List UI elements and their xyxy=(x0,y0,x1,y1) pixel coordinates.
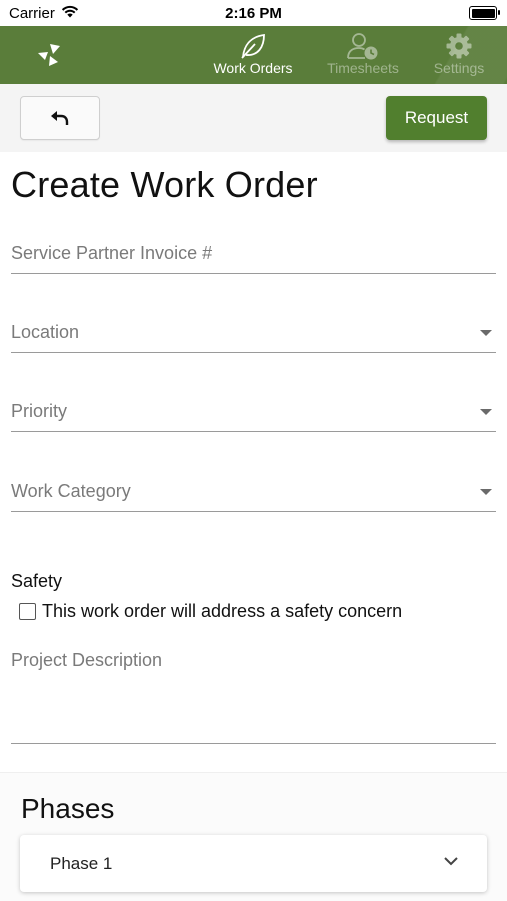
safety-checkbox[interactable] xyxy=(19,603,36,620)
invoice-number-placeholder: Service Partner Invoice # xyxy=(11,243,213,263)
status-left: Carrier xyxy=(9,5,79,22)
tab-settings-label: Settings xyxy=(433,60,485,76)
dropdown-caret-icon xyxy=(480,489,492,495)
nav-bar: Work Orders Timesheets Settings xyxy=(0,26,507,84)
priority-placeholder: Priority xyxy=(11,401,68,421)
tab-timesheets-label: Timesheets xyxy=(327,60,399,76)
safety-checkbox-row[interactable]: This work order will address a safety co… xyxy=(19,601,402,622)
leaf-icon xyxy=(238,32,268,60)
tab-work-orders[interactable]: Work Orders xyxy=(212,32,294,76)
tab-timesheets[interactable]: Timesheets xyxy=(322,32,404,76)
phase-label: Phase 1 xyxy=(50,853,113,873)
gear-icon xyxy=(445,32,473,60)
user-clock-icon xyxy=(345,32,381,60)
safety-label: Safety xyxy=(11,571,63,591)
phases-title: Phases xyxy=(21,793,115,824)
tab-settings[interactable]: Settings xyxy=(428,32,490,76)
request-button[interactable]: Request xyxy=(386,96,487,140)
phase-card[interactable]: Phase 1 xyxy=(20,835,487,892)
status-bar: Carrier 2:16 PM xyxy=(0,0,507,26)
wifi-icon xyxy=(61,5,79,22)
carrier-label: Carrier xyxy=(9,4,55,22)
page-title: Create Work Order xyxy=(11,164,318,205)
status-time: 2:16 PM xyxy=(225,5,282,22)
battery-icon xyxy=(469,6,500,20)
invoice-number-input[interactable]: Service Partner Invoice # xyxy=(11,239,496,274)
dropdown-caret-icon xyxy=(480,330,492,336)
app-logo-icon[interactable] xyxy=(34,40,64,70)
phases-section: Phases Phase 1 xyxy=(0,772,507,901)
location-select[interactable]: Location xyxy=(11,318,496,353)
action-toolbar: Request xyxy=(0,84,507,152)
dropdown-caret-icon xyxy=(480,409,492,415)
back-button[interactable] xyxy=(20,96,100,140)
project-description-input[interactable] xyxy=(11,655,496,744)
work-category-select[interactable]: Work Category xyxy=(11,477,496,512)
undo-arrow-icon xyxy=(51,111,69,125)
tab-work-orders-label: Work Orders xyxy=(213,60,293,76)
location-placeholder: Location xyxy=(11,322,80,342)
safety-checkbox-label: This work order will address a safety co… xyxy=(42,601,403,621)
work-category-placeholder: Work Category xyxy=(11,481,131,501)
chevron-down-icon xyxy=(444,857,458,866)
priority-select[interactable]: Priority xyxy=(11,397,496,432)
